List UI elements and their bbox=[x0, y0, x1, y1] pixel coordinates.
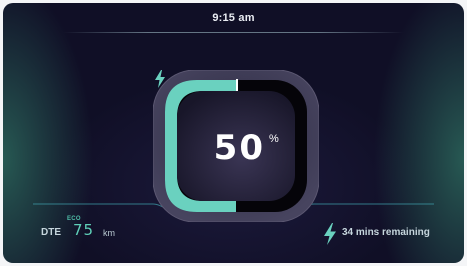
status-bar-divider bbox=[63, 32, 404, 33]
range-label: DTE bbox=[41, 227, 61, 238]
battery-gauge: 50 % bbox=[153, 70, 319, 222]
status-bar: 9:15 am bbox=[3, 3, 464, 37]
gauge-marker bbox=[236, 79, 238, 93]
range-unit: km bbox=[103, 228, 115, 238]
battery-percent-unit: % bbox=[269, 133, 279, 145]
range-value: 75 bbox=[73, 221, 95, 239]
clock-time: 9:15 am bbox=[212, 12, 255, 24]
lightning-bolt-icon bbox=[155, 70, 165, 88]
battery-percent-value: 50 bbox=[213, 128, 265, 168]
dashboard-screen: 9:15 am 50 % DTE ECO 75 km 34 mins remai… bbox=[3, 3, 464, 263]
lightning-bolt-icon bbox=[324, 223, 336, 245]
charge-time-remaining: 34 mins remaining bbox=[342, 227, 430, 238]
